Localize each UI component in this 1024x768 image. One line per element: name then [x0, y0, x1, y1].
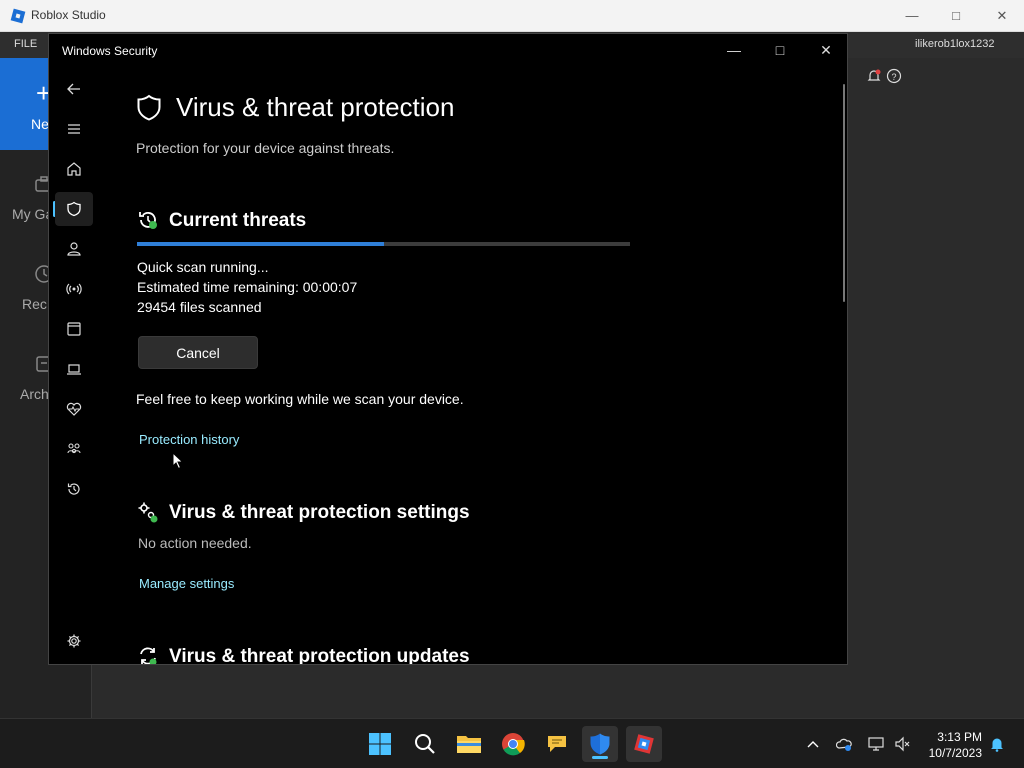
nav-item-virus-protection[interactable] [55, 192, 93, 226]
nav-item-family[interactable] [55, 432, 93, 466]
windows-security-window: Windows Security — □ ✕ Virus & threat pr… [48, 33, 848, 665]
scrollbar[interactable] [843, 84, 845, 302]
roblox-maximize-button[interactable]: □ [941, 6, 971, 26]
scan-status: Quick scan running... [137, 259, 269, 275]
file-menu[interactable]: FILE [14, 38, 37, 50]
updates-section-title: Virus & threat protection updates [169, 646, 470, 665]
notification-bell-icon[interactable] [989, 736, 1005, 752]
notification-icon[interactable] [866, 68, 882, 84]
nav-item-history[interactable] [55, 472, 93, 506]
settings-gear-icon [67, 634, 81, 648]
file-explorer-button[interactable] [455, 730, 483, 758]
back-button[interactable] [55, 72, 93, 106]
svg-text:?: ? [891, 72, 896, 82]
nav-item-app-browser[interactable] [55, 312, 93, 346]
roblox-studio-taskbar-button[interactable] [626, 726, 662, 762]
taskbar: 3:13 PM 10/7/2023 [0, 718, 1024, 768]
page-title: Virus & threat protection [176, 92, 455, 122]
app-browser-icon [67, 322, 81, 336]
settings-section-title: Virus & threat protection settings [169, 502, 470, 523]
nav-item-account[interactable] [55, 232, 93, 266]
ws-maximize-button[interactable]: □ [765, 40, 795, 60]
time-remaining-label: Estimated time remaining: [137, 279, 299, 295]
active-app-indicator [592, 756, 608, 759]
roblox-window-title: Roblox Studio [31, 8, 106, 22]
search-icon [415, 734, 435, 754]
scan-info-text: Feel free to keep working while we scan … [136, 391, 464, 407]
chevron-up-icon[interactable] [805, 736, 821, 752]
roblox-studio-icon [634, 734, 654, 754]
hamburger-menu-icon [68, 124, 80, 134]
nav-item-network[interactable] [55, 272, 93, 306]
shield-icon [137, 94, 161, 121]
scan-progress-bar [137, 242, 630, 246]
health-icon [66, 402, 82, 416]
page-subtitle: Protection for your device against threa… [136, 140, 395, 156]
search-button[interactable] [411, 730, 439, 758]
protection-history-link[interactable]: Protection history [139, 432, 239, 447]
clock-date[interactable]: 10/7/2023 [920, 746, 982, 760]
username-label[interactable]: ilikerob1lox1232 [915, 38, 995, 50]
chrome-button[interactable] [499, 730, 527, 758]
windows-security-icon [590, 733, 610, 755]
help-icon[interactable]: ? [886, 68, 902, 84]
back-arrow-icon [67, 83, 80, 95]
file-explorer-icon [457, 736, 481, 753]
onedrive-icon[interactable] [836, 736, 852, 752]
clock-time[interactable]: 3:13 PM [920, 730, 982, 744]
family-icon [67, 443, 81, 454]
roblox-studio-logo-icon [10, 8, 26, 24]
network-icon [66, 283, 82, 295]
device-security-icon [67, 364, 81, 375]
shield-icon [67, 201, 81, 217]
update-icon [140, 647, 157, 664]
roblox-minimize-button[interactable]: — [897, 6, 927, 26]
scan-history-icon [139, 212, 157, 229]
mouse-cursor-icon [172, 452, 184, 470]
ws-titlebar: Windows Security — □ ✕ [49, 34, 847, 66]
sidebar-item-label: Arch [20, 386, 49, 402]
sidebar-item-label: Rec [22, 296, 47, 312]
scan-progress-fill [137, 242, 384, 246]
new-label: Ne [31, 116, 49, 132]
nav-item-home[interactable] [55, 152, 93, 186]
ws-window-title: Windows Security [62, 44, 158, 58]
ws-close-button[interactable]: ✕ [811, 40, 841, 60]
start-button[interactable] [366, 730, 394, 758]
nav-item-settings[interactable] [55, 624, 93, 658]
settings-status: No action needed. [138, 535, 252, 551]
manage-settings-link[interactable]: Manage settings [139, 576, 234, 591]
cancel-button[interactable]: Cancel [138, 336, 258, 369]
chat-button[interactable] [543, 730, 571, 758]
home-icon [67, 162, 81, 176]
network-status-icon[interactable] [868, 736, 884, 752]
chrome-icon [502, 733, 525, 756]
current-threats-title: Current threats [169, 210, 307, 231]
history-icon [67, 483, 80, 495]
nav-item-device-security[interactable] [55, 352, 93, 386]
menu-button[interactable] [55, 112, 93, 146]
files-scanned: 29454 files scanned [137, 299, 262, 315]
settings-gears-icon [138, 502, 158, 523]
windows-start-icon [369, 733, 391, 755]
roblox-titlebar: Roblox Studio — □ ✕ [0, 0, 1024, 32]
chat-icon [548, 736, 566, 752]
time-remaining: Estimated time remaining: 00:00:07 [137, 279, 357, 295]
nav-item-device-health[interactable] [55, 392, 93, 426]
time-remaining-value: 00:00:07 [302, 279, 358, 295]
roblox-close-button[interactable]: ✕ [987, 6, 1017, 26]
ws-minimize-button[interactable]: — [719, 40, 749, 60]
windows-security-taskbar-button[interactable] [582, 726, 618, 762]
volume-muted-icon[interactable] [894, 736, 910, 752]
account-icon [67, 242, 81, 256]
